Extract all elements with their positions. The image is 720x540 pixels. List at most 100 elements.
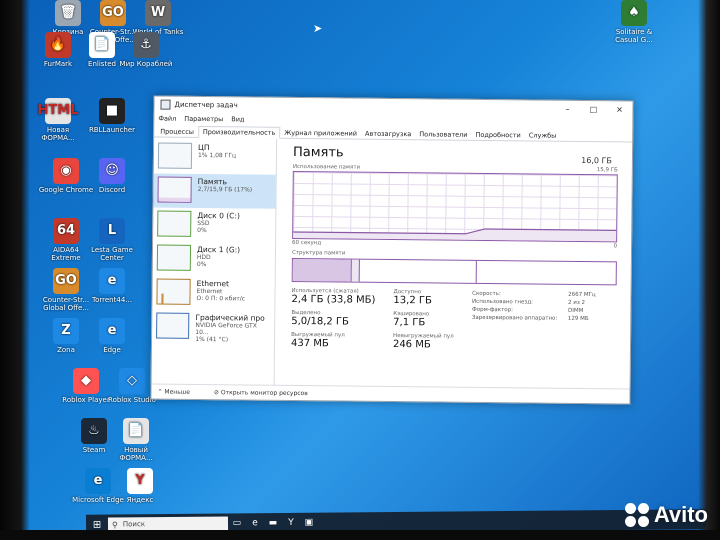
desktop-icon-label: Edge bbox=[103, 346, 121, 354]
monitor-bezel-bottom bbox=[0, 530, 720, 540]
desktop-app-icon: 📄 bbox=[89, 32, 115, 58]
ethernet-thumbnail-graph bbox=[156, 278, 191, 305]
desktop-icon-label: RBLLauncher bbox=[88, 126, 136, 134]
structure-standby bbox=[359, 259, 477, 283]
memory-panel: Память 16,0 ГБ Использование памяти 15,9… bbox=[275, 139, 633, 390]
desktop-icon[interactable]: L Lesta Game Center bbox=[84, 218, 140, 262]
desktop-app-icon: HTML bbox=[38, 98, 78, 124]
avito-logo-icon bbox=[624, 502, 650, 528]
tab-processes[interactable]: Процессы bbox=[156, 127, 198, 137]
desktop-app-icon: ◆ bbox=[73, 368, 99, 394]
tab-performance[interactable]: Производительность bbox=[197, 125, 281, 139]
form-factor-value: DIMM bbox=[567, 307, 584, 315]
fewer-details-button[interactable]: ⌃ Меньше bbox=[157, 388, 202, 395]
desktop-app-icon: e bbox=[99, 268, 125, 294]
sidebar-item-detail: О: 0 П: 0 кбит/с bbox=[196, 294, 246, 303]
nonpaged-pool-value: 246 МБ bbox=[392, 339, 431, 351]
memory-structure-bar[interactable] bbox=[291, 257, 617, 286]
search-icon: ⚲ bbox=[111, 519, 118, 529]
sidebar-item-disk-1[interactable]: Диск 1 (G:) HDD 0% bbox=[153, 241, 275, 276]
sidebar-item-detail: 0% bbox=[196, 260, 207, 269]
slots-value: 2 из 2 bbox=[568, 299, 586, 307]
desktop-app-icon: ☺ bbox=[99, 158, 125, 184]
resource-monitor-link[interactable]: ⊘ Открыть монитор ресурсов bbox=[214, 389, 320, 397]
desktop-icon-label: Torrent44... bbox=[92, 296, 132, 304]
sidebar-item-label: Ethernet bbox=[196, 278, 229, 289]
menu-options[interactable]: Параметры bbox=[184, 115, 223, 123]
window-title: Диспетчер задач bbox=[174, 100, 238, 110]
sidebar-item-label: Диск 0 (C:) bbox=[197, 210, 240, 221]
desktop-icon[interactable]: e Torrent44... bbox=[84, 268, 140, 304]
fewer-details-label: Меньше bbox=[164, 388, 190, 396]
panel-title: Память bbox=[292, 144, 344, 161]
desktop-icon[interactable]: e Edge bbox=[84, 318, 140, 354]
disk-thumbnail-graph bbox=[156, 244, 192, 271]
tab-app-history[interactable]: Журнал приложений bbox=[280, 128, 361, 139]
tab-users[interactable]: Пользователи bbox=[415, 129, 471, 140]
windows-start-icon[interactable]: ⊞ bbox=[86, 519, 108, 530]
desktop-app-icon: ◉ bbox=[53, 158, 79, 184]
monitor-bezel-left bbox=[0, 0, 30, 540]
sidebar-item-detail: 2,7/15,9 ГБ (17%) bbox=[197, 185, 253, 194]
sidebar-item-detail: 1% (41 °C) bbox=[195, 335, 229, 344]
task-manager-taskbar-icon[interactable]: ▣ bbox=[300, 518, 318, 528]
task-view-icon[interactable]: ▭ bbox=[228, 518, 246, 528]
available-value: 13,2 ГБ bbox=[393, 295, 432, 307]
paged-pool-value: 437 МБ bbox=[290, 337, 329, 350]
desktop-app-icon: 64 bbox=[53, 218, 79, 244]
graph-time-right: 0 bbox=[613, 243, 618, 250]
sidebar-item-label: ЦП bbox=[198, 142, 210, 153]
tab-services[interactable]: Службы bbox=[525, 130, 561, 140]
desktop-icon[interactable]: HTML Новая ФОРМА... bbox=[30, 98, 86, 142]
edge-taskbar-icon[interactable]: e bbox=[246, 518, 264, 528]
tab-details[interactable]: Подробности bbox=[471, 130, 524, 141]
desktop-icon[interactable]: W World of Tanks bbox=[130, 0, 186, 36]
sidebar-item-cpu[interactable]: ЦП 1% 1,08 ГГц bbox=[154, 140, 276, 175]
desktop-icon[interactable]: ♠ Solitaire & Casual G... bbox=[606, 0, 662, 44]
menu-file[interactable]: Файл bbox=[158, 115, 176, 123]
sidebar-item-memory[interactable]: Память 2,7/15,9 ГБ (17%) bbox=[153, 173, 276, 209]
memory-thumbnail-graph bbox=[157, 176, 192, 203]
performance-sidebar: ЦП 1% 1,08 ГГц Память 2,7/15,9 ГБ (17%) … bbox=[151, 137, 278, 386]
close-button[interactable]: ✕ bbox=[606, 105, 632, 114]
desktop-app-icon: W bbox=[145, 0, 171, 26]
reserved-label: Зарезервировано аппаратно: bbox=[471, 314, 558, 322]
committed-value: 5,0/18,2 ГБ bbox=[291, 315, 349, 328]
disk-thumbnail-graph bbox=[157, 210, 192, 237]
desktop-icon-label: Lesta Game Center bbox=[91, 246, 133, 262]
desktop-icon[interactable]: 📄 Новый ФОРМА... bbox=[108, 418, 164, 462]
avito-watermark: Avito bbox=[624, 502, 708, 528]
desktop-icon-label: Новый ФОРМА... bbox=[119, 446, 153, 462]
desktop-icon-label: Мир Кораблей bbox=[119, 60, 173, 68]
desktop-icon[interactable]: ⚓ Мир Кораблей bbox=[118, 32, 174, 68]
file-explorer-icon[interactable]: ▬ bbox=[264, 518, 282, 528]
monitor-bezel-right bbox=[698, 0, 720, 540]
desktop-icon-label: Яндекс bbox=[126, 496, 154, 504]
yandex-taskbar-icon[interactable]: Y bbox=[282, 518, 300, 528]
sidebar-item-disk-0[interactable]: Диск 0 (C:) SSD 0% bbox=[153, 207, 275, 242]
desktop-icon-label: Новая ФОРМА... bbox=[41, 126, 75, 142]
desktop-icon[interactable]: ☺ Discord bbox=[84, 158, 140, 194]
desktop-app-icon: L bbox=[99, 218, 125, 244]
menu-view[interactable]: Вид bbox=[231, 115, 244, 123]
memory-usage-graph bbox=[292, 170, 618, 243]
minimize-button[interactable]: – bbox=[554, 104, 580, 113]
desktop-icon[interactable]: ■ RBLLauncher bbox=[84, 98, 140, 134]
memory-details: Скорость: 2667 МГц Использовано гнезд: 2 и… bbox=[472, 290, 596, 357]
task-manager-window: Диспетчер задач – □ ✕ Файл Параметры Вид… bbox=[150, 95, 634, 405]
sidebar-item-gpu[interactable]: Графический про NVIDIA GeForce GTX 10...… bbox=[152, 309, 274, 344]
avito-text: Avito bbox=[653, 502, 708, 527]
tab-startup[interactable]: Автозагрузка bbox=[361, 129, 415, 140]
usage-graph-max: 15,9 ГБ bbox=[596, 167, 618, 174]
maximize-button[interactable]: □ bbox=[580, 104, 606, 114]
memory-total: 16,0 ГБ bbox=[581, 155, 612, 166]
desktop-icon[interactable]: Y Яндекс bbox=[112, 468, 168, 504]
desktop-icon-label: Discord bbox=[98, 186, 126, 194]
desktop-app-icon: Z bbox=[53, 318, 79, 344]
desktop-app-icon: ♨ bbox=[81, 418, 107, 444]
sidebar-item-ethernet[interactable]: Ethernet Ethernet О: 0 П: 0 кбит/с bbox=[152, 275, 274, 310]
desktop-app-icon: ◇ bbox=[119, 368, 145, 394]
sidebar-item-detail: 0% bbox=[197, 226, 207, 235]
in-use-value: 2,4 ГБ (33,8 МБ) bbox=[291, 293, 376, 306]
sidebar-item-label: Диск 1 (G:) bbox=[196, 244, 241, 255]
